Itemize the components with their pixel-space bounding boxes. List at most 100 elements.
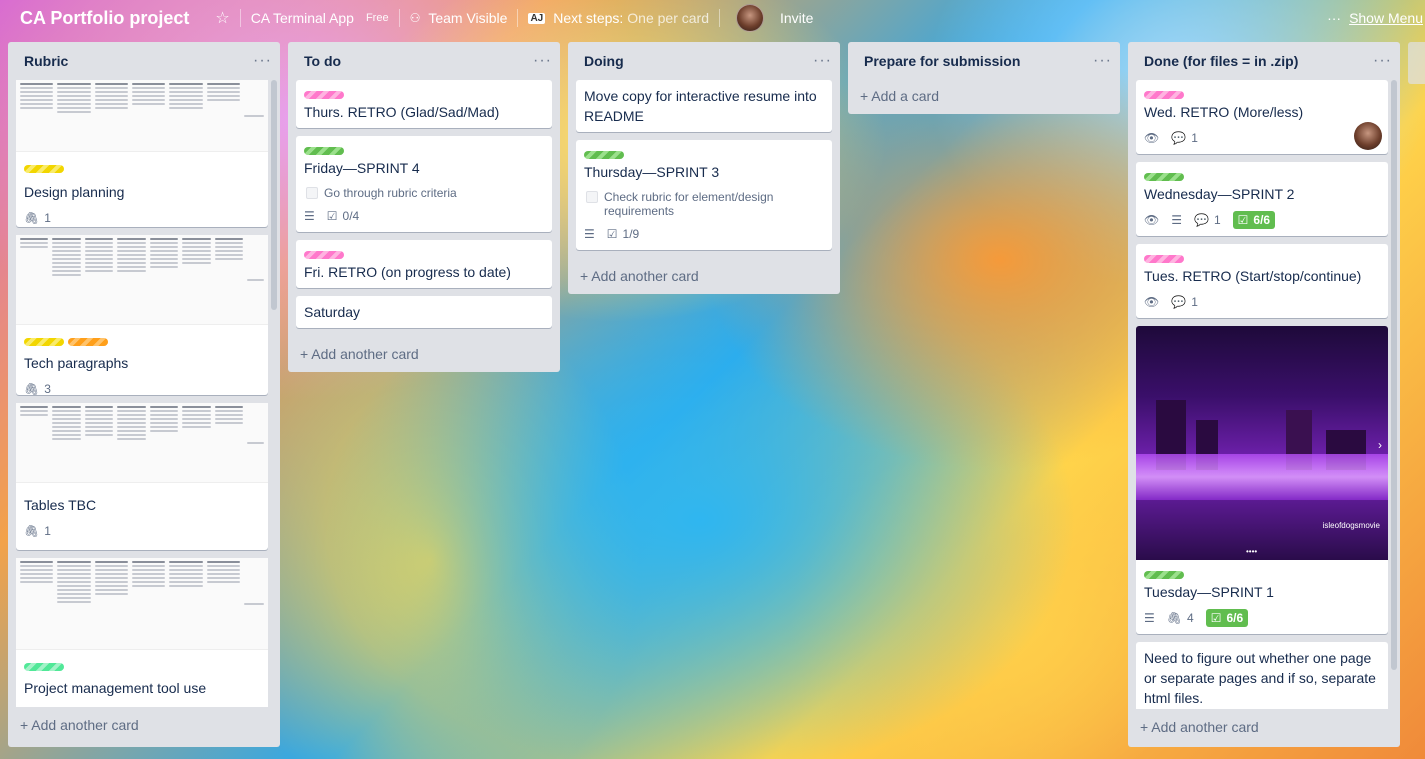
comment-badge: 💬 1 (1194, 213, 1221, 227)
list-menu-icon[interactable]: ··· (1373, 53, 1392, 69)
butler-button[interactable]: AJ Next steps: One per card (528, 10, 709, 26)
list-prepare-for-submission: Prepare for submission ··· + Add a card (848, 42, 1120, 114)
checkbox[interactable] (306, 187, 318, 199)
list-menu-icon[interactable]: ··· (253, 53, 272, 69)
card[interactable]: Design planning 🖇 1 (16, 80, 268, 227)
card-label (24, 338, 64, 346)
list-scrollbar[interactable] (1391, 80, 1397, 670)
pagination-dots: •••• (1246, 547, 1258, 556)
list-cards: Design planning 🖇1 Tech paragraphs 🖇3 (16, 80, 274, 707)
card-badges: 👁 💬 1 (1144, 128, 1380, 148)
list-rubric: Rubric ··· Design planning 🖇 1 Tech para… (8, 42, 280, 747)
card[interactable]: Friday—SPRINT 4 Go through rubric criter… (296, 136, 552, 232)
list-header: Doing ··· (576, 42, 832, 80)
visibility-button[interactable]: ⚇ Team Visible (410, 10, 508, 26)
visibility-label: Team Visible (428, 10, 508, 26)
show-menu-button[interactable]: Show Menu (1349, 10, 1423, 26)
checklist-item-text: Go through rubric criteria (324, 186, 457, 200)
card[interactable]: Tech paragraphs 🖇 3 (16, 235, 268, 396)
attachment-count: 1 (44, 524, 51, 538)
card-title: Friday—SPRINT 4 (304, 160, 420, 176)
card-badges: 👁 💬 1 (1144, 292, 1380, 312)
attachment-badge: 🖇 1 (24, 211, 51, 225)
list-title[interactable]: Doing (584, 53, 624, 69)
board-title[interactable]: CA Portfolio project (20, 8, 189, 29)
attachment-badge: 🖇 4 (1167, 611, 1194, 625)
card-badges: 🖇1 (24, 704, 260, 707)
comment-badge: 💬 1 (1171, 295, 1198, 309)
card-label (304, 91, 344, 99)
card[interactable]: Tables TBC 🖇 1 (16, 403, 268, 550)
star-icon[interactable]: ☆ (215, 8, 229, 28)
add-card-button[interactable]: + Add another card (16, 707, 272, 743)
card-cover-image (16, 235, 268, 325)
invite-button[interactable]: Invite (780, 10, 813, 26)
paperclip-icon: 🖇 (24, 524, 40, 538)
board-header: CA Portfolio project ☆ CA Terminal App F… (0, 0, 1425, 36)
menu-dots-icon[interactable]: ··· (1327, 10, 1341, 26)
list-title[interactable]: Done (for files = in .zip) (1144, 53, 1298, 69)
add-card-button[interactable]: + Add another card (576, 258, 832, 294)
add-card-button[interactable]: + Add a card (856, 78, 1112, 114)
card-label (304, 251, 344, 259)
add-card-button[interactable]: + Add another card (1136, 709, 1392, 745)
card[interactable]: Need to figure out whether one page or s… (1136, 642, 1388, 709)
workspace-button[interactable]: CA Terminal App Free (251, 10, 389, 26)
card-title: Saturday (304, 304, 361, 320)
card[interactable]: Tues. RETRO (Start/stop/continue) 👁 💬 1 (1136, 244, 1388, 318)
list-scrollbar[interactable] (271, 80, 277, 310)
checklist-item[interactable]: Check rubric for element/design requirem… (586, 190, 824, 218)
divider (517, 9, 519, 27)
card-title: Tables TBC (24, 497, 97, 513)
card[interactable]: Wed. RETRO (More/less) 👁 💬 1 (1136, 80, 1388, 154)
card-label (1144, 571, 1184, 579)
description-icon: ☰ (1144, 611, 1155, 625)
list-menu-icon[interactable]: ··· (533, 53, 552, 69)
card-title: Thursday—SPRINT 3 (584, 164, 720, 180)
card-title: Tuesday—SPRINT 1 (1144, 584, 1274, 600)
card-badges: ☰ ☑ 0/4 (304, 206, 544, 226)
list-menu-icon[interactable]: ··· (1093, 53, 1112, 69)
checklist-count: 1/9 (622, 227, 640, 241)
list-title[interactable]: To do (304, 53, 341, 69)
card-label (1144, 91, 1184, 99)
list-header: Rubric ··· (16, 42, 272, 80)
checklist-item[interactable]: Go through rubric criteria (306, 186, 544, 200)
add-list-button[interactable] (1408, 42, 1425, 84)
card-title: Fri. RETRO (on progress to date) (304, 264, 511, 280)
description-icon: ☰ (584, 227, 595, 241)
checklist-icon: ☑ (1237, 213, 1249, 227)
list-title[interactable]: Rubric (24, 53, 68, 69)
checklist-badge: ☑ 1/9 (607, 227, 639, 241)
list-header: Done (for files = in .zip) ··· (1136, 42, 1392, 80)
card-badges: 🖇 3 (24, 379, 260, 399)
card[interactable]: Move copy for interactive resume into RE… (576, 80, 832, 132)
add-card-button[interactable]: + Add another card (296, 336, 552, 372)
card[interactable]: Wednesday—SPRINT 2 👁 ☰ 💬 1 ☑ 6/6 (1136, 162, 1388, 236)
card[interactable]: Thurs. RETRO (Glad/Sad/Mad) (296, 80, 552, 128)
card[interactable]: Saturday (296, 296, 552, 328)
list-title[interactable]: Prepare for submission (864, 53, 1020, 69)
list-menu-icon[interactable]: ··· (813, 53, 832, 69)
card[interactable]: Thursday—SPRINT 3 Check rubric for eleme… (576, 140, 832, 250)
avatar[interactable] (736, 4, 764, 32)
card-label (68, 338, 108, 346)
card[interactable]: isleofdogsmovie › •••• Tuesday—SPRINT 1 … (1136, 326, 1388, 634)
chevron-right-icon[interactable]: › (1378, 438, 1382, 452)
team-icon: ⚇ (409, 11, 421, 25)
checkbox[interactable] (586, 191, 598, 203)
comment-icon: 💬 (1194, 213, 1209, 227)
divider (398, 9, 400, 27)
avatar[interactable] (1354, 122, 1382, 150)
card-badges: 🖇1 (24, 521, 260, 541)
card-badges: ☰ ☑ 1/9 (584, 224, 824, 244)
card[interactable]: Project management tool use 🖇1 (16, 558, 268, 707)
card-label (1144, 255, 1184, 263)
paperclip-icon: 🖇 (24, 382, 40, 396)
card[interactable]: Fri. RETRO (on progress to date) (296, 240, 552, 288)
attachment-badge: 🖇 1 (24, 524, 51, 538)
card-badges: 👁 ☰ 💬 1 ☑ 6/6 (1144, 210, 1380, 230)
comment-icon: 💬 (1171, 131, 1187, 145)
checklist-icon: ☑ (1210, 611, 1222, 625)
card-badges: ☰ 🖇 4 ☑ 6/6 (1144, 608, 1380, 628)
